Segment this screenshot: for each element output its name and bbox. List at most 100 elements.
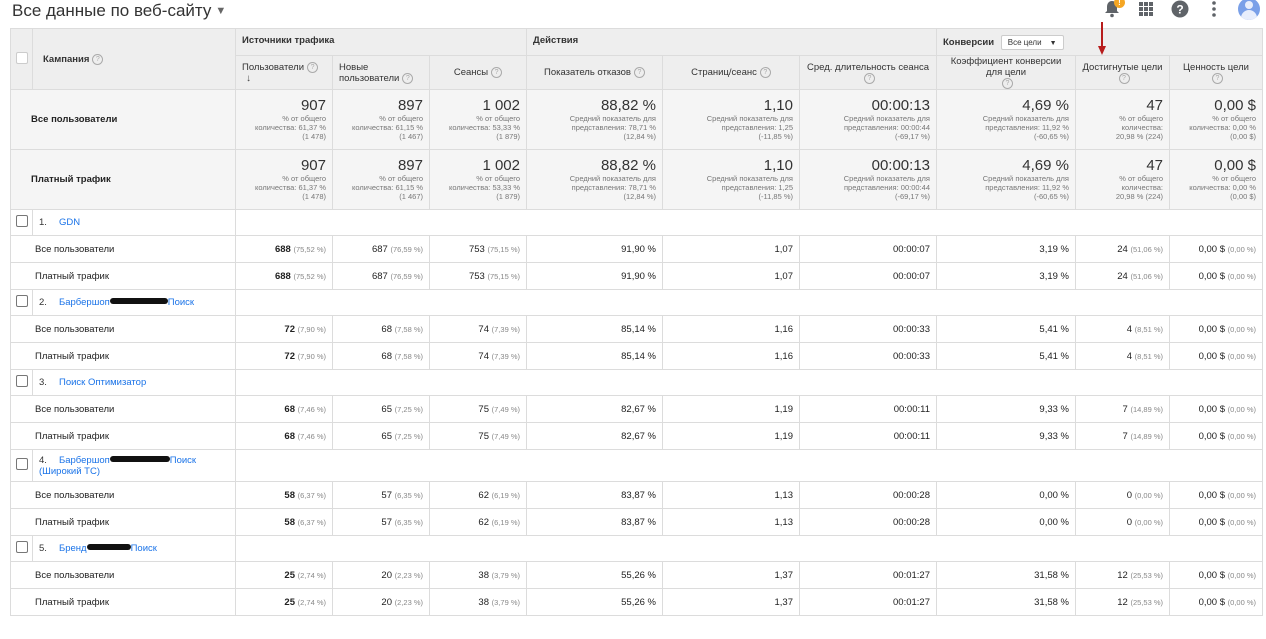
total-cell: 907% от общего количества: 61,37 % (1 478) bbox=[235, 89, 333, 150]
campaign-name-part: Бренд bbox=[59, 543, 87, 554]
metric-value: 12 bbox=[1117, 569, 1128, 581]
metric-cell: 75 (7,49 %) bbox=[429, 395, 527, 423]
total-value: 00:00:13 bbox=[871, 97, 930, 114]
help-small-icon[interactable]: ? bbox=[1212, 72, 1223, 84]
total-note: количества: 61,37 % bbox=[255, 123, 326, 132]
campaign-row: 5. Бренд Поиск bbox=[10, 535, 1264, 562]
col-header-goal-completions[interactable]: Достигнутые цели? bbox=[1075, 55, 1170, 90]
help-small-icon[interactable]: ? bbox=[1118, 72, 1130, 84]
metric-cell: 20 (2,23 %) bbox=[332, 588, 430, 616]
metric-value: 72 bbox=[284, 350, 295, 362]
metric-cell: 72 (7,90 %) bbox=[235, 315, 333, 343]
metric-value: 0 bbox=[1126, 516, 1132, 528]
apps-grid-icon[interactable] bbox=[1136, 0, 1156, 19]
campaign-checkbox[interactable] bbox=[15, 375, 28, 387]
metric-cell: 687 (76,59 %) bbox=[332, 235, 430, 263]
campaign-checkbox[interactable] bbox=[15, 295, 28, 307]
help-small-icon[interactable]: ? bbox=[307, 61, 319, 73]
campaign-link[interactable]: Бренд Поиск bbox=[59, 543, 157, 554]
metric-percent: (25,53 %) bbox=[1130, 597, 1163, 607]
metric-value: 5,41 % bbox=[1039, 323, 1069, 335]
campaign-checkbox-cell bbox=[10, 209, 33, 236]
campaign-link[interactable]: Поиск Оптимизатор bbox=[59, 377, 146, 388]
col-header-sessions[interactable]: Сеансы? bbox=[429, 55, 527, 90]
total-note: Средний показатель для bbox=[982, 114, 1069, 123]
campaign-link[interactable]: Барбершоп Поиск (Широкий ТС) bbox=[39, 455, 196, 477]
help-icon[interactable]: ? bbox=[1170, 0, 1190, 19]
total-note: количества: bbox=[1121, 123, 1163, 132]
metric-cell: 25 (2,74 %) bbox=[235, 588, 333, 616]
help-small-icon[interactable]: ? bbox=[1002, 78, 1013, 89]
total-value: 47 bbox=[1146, 97, 1163, 114]
total-note: % от общего bbox=[1119, 174, 1163, 183]
total-cell: 4,69 % Средний показатель для представлени… bbox=[936, 149, 1076, 210]
col-header-label: Пользователи bbox=[242, 61, 305, 73]
metric-value: 25 bbox=[284, 569, 295, 581]
metric-percent: (0,00 %) bbox=[1227, 324, 1257, 334]
metric-value: 00:01:27 bbox=[893, 596, 930, 608]
total-cell: 47% от общего количества: 20,98 % (224) bbox=[1075, 89, 1170, 150]
total-note: (-69,17 %) bbox=[894, 192, 930, 201]
metric-cell: 58 (6,37 %) bbox=[235, 508, 333, 536]
metric-cell: 38 (3,79 %) bbox=[429, 561, 527, 589]
sort-desc-icon[interactable]: ↓ bbox=[246, 73, 251, 84]
col-header-new-users[interactable]: Новые пользователи? bbox=[332, 55, 430, 90]
metric-percent: (3,79 %) bbox=[491, 570, 520, 580]
total-note: (-11,85 %) bbox=[758, 132, 793, 141]
metric-cell: 00:00:28 bbox=[799, 481, 937, 509]
redaction-mark bbox=[109, 298, 168, 304]
select-all-cell bbox=[10, 28, 33, 90]
bell-icon[interactable]: ! bbox=[1102, 0, 1125, 19]
metric-cell: 0,00 $ (0,00 %) bbox=[1168, 315, 1264, 343]
metric-cell: 12 (25,53 %) bbox=[1075, 561, 1170, 589]
campaign-link[interactable]: Барбершоп Поиск bbox=[59, 297, 194, 308]
col-header-goal-value[interactable]: Ценность цели? bbox=[1168, 55, 1264, 90]
metric-cell: 1,37 bbox=[662, 561, 800, 589]
campaign-checkbox[interactable] bbox=[15, 215, 28, 227]
col-header-avg-session-duration[interactable]: Сред. длительность сеанса? bbox=[799, 55, 937, 90]
metric-cell: 25 (2,74 %) bbox=[235, 561, 333, 589]
view-selector[interactable]: Все данные по веб-сайту ▼ bbox=[12, 1, 226, 21]
campaign-header[interactable]: Кампания? bbox=[32, 28, 236, 90]
metric-percent: (0,00 %) bbox=[1227, 490, 1257, 500]
metric-value: 20 bbox=[381, 569, 392, 581]
goal-select[interactable]: Все цели ▼ bbox=[1000, 35, 1064, 50]
col-header-bounce-rate[interactable]: Показатель отказов? bbox=[526, 55, 663, 90]
metric-cell: 0,00 $ (0,00 %) bbox=[1168, 508, 1264, 536]
total-value: 88,82 % bbox=[600, 97, 656, 114]
metric-value: 82,67 % bbox=[621, 430, 656, 442]
metric-cell: 0 (0,00 %) bbox=[1075, 508, 1170, 536]
metric-cell: 1,13 bbox=[662, 508, 800, 536]
total-note: % от общего bbox=[476, 174, 520, 183]
total-note: представления: 00:00:44 bbox=[843, 123, 930, 132]
traffic-sources-group: Источники трафика bbox=[235, 28, 527, 56]
total-note: Средний показатель для bbox=[569, 174, 656, 183]
total-note: (1 478) bbox=[302, 192, 326, 201]
segment-label: Платный трафик bbox=[10, 262, 236, 290]
total-note: (-69,17 %) bbox=[894, 132, 930, 141]
metric-value: 58 bbox=[284, 489, 295, 501]
metric-value: 65 bbox=[381, 403, 392, 415]
campaign-name-part: Поиск bbox=[169, 454, 197, 466]
avatar[interactable] bbox=[1238, 0, 1260, 20]
metric-value: 0,00 $ bbox=[1198, 430, 1226, 442]
metric-value: 12 bbox=[1117, 596, 1128, 608]
campaign-checkbox[interactable] bbox=[15, 458, 28, 470]
total-value: 47 bbox=[1146, 157, 1163, 174]
help-small-icon[interactable]: ? bbox=[759, 67, 771, 78]
help-small-icon[interactable]: ? bbox=[864, 72, 875, 84]
metric-percent: (2,74 %) bbox=[297, 570, 326, 580]
help-small-icon[interactable]: ? bbox=[633, 67, 645, 78]
help-small-icon[interactable]: ? bbox=[491, 67, 503, 78]
metric-value: 1,16 bbox=[774, 350, 794, 362]
campaign-checkbox[interactable] bbox=[15, 541, 28, 553]
col-header-pages-per-session[interactable]: Страниц/сеанс? bbox=[662, 55, 800, 90]
metric-value: 0,00 $ bbox=[1198, 323, 1226, 335]
col-header-goal-conversion-rate[interactable]: Коэффициент конверсии для цели? bbox=[936, 55, 1076, 90]
help-small-icon[interactable]: ? bbox=[92, 53, 104, 65]
help-small-icon[interactable]: ? bbox=[402, 72, 414, 84]
select-all-checkbox[interactable] bbox=[15, 51, 28, 64]
campaign-link[interactable]: GDN bbox=[59, 217, 80, 228]
more-vert-icon[interactable] bbox=[1204, 0, 1224, 19]
col-header-users[interactable]: Пользователи ? ↓ bbox=[235, 55, 333, 90]
